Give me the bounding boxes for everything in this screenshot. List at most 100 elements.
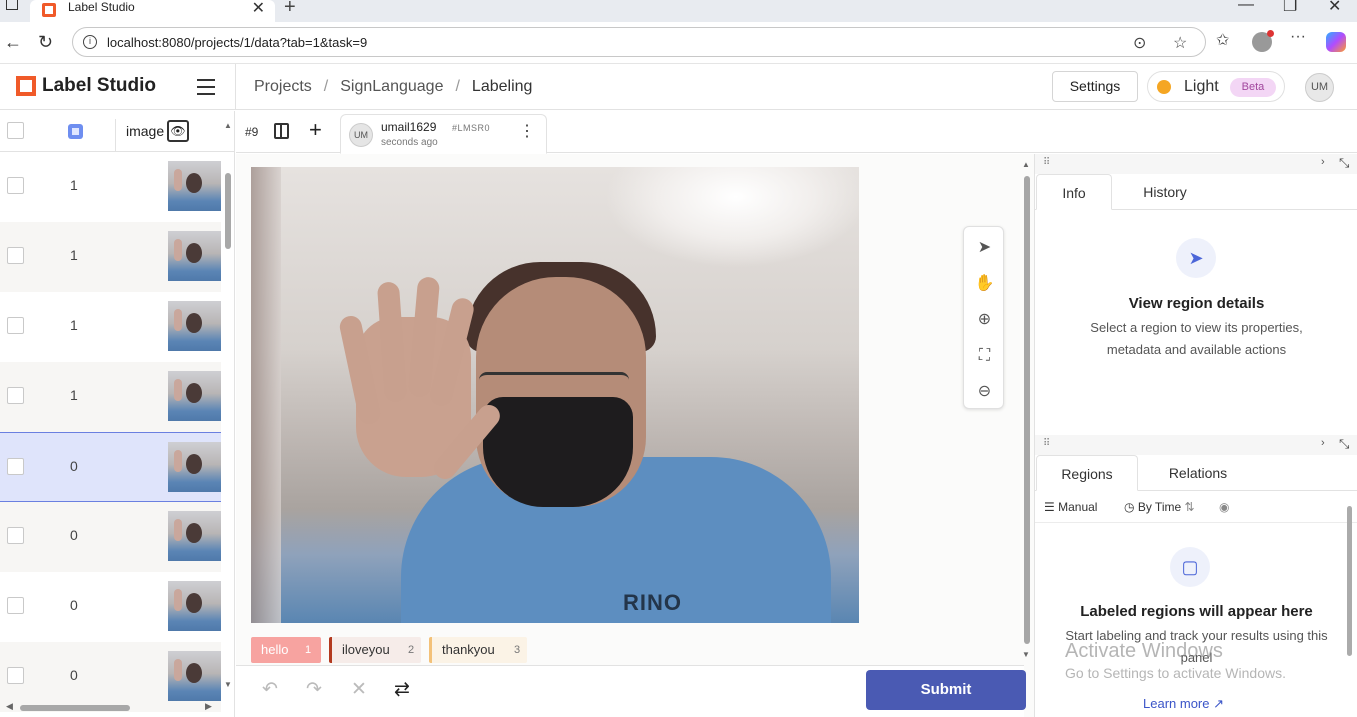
maximize-icon[interactable]: ❐ bbox=[1283, 0, 1297, 16]
image-thumbnail bbox=[168, 371, 221, 421]
regions-tabs: Regions Relations bbox=[1035, 455, 1357, 491]
info-tabs: Info History bbox=[1035, 174, 1357, 210]
select-all-checkbox[interactable] bbox=[7, 122, 24, 139]
row-checkbox[interactable] bbox=[7, 387, 24, 404]
browser-tabbar: Label Studio ✕ + — ❐ ✕ bbox=[0, 0, 1357, 22]
row-checkbox[interactable] bbox=[7, 247, 24, 264]
favorites-icon[interactable]: ✩ bbox=[1216, 30, 1229, 50]
back-icon[interactable]: ← bbox=[4, 32, 22, 52]
url-field[interactable]: i localhost:8080/projects/1/data?tab=1&t… bbox=[72, 27, 1206, 57]
task-row[interactable]: 1 bbox=[0, 222, 221, 292]
image-thumbnail bbox=[168, 301, 221, 351]
annotator-avatar: UM bbox=[349, 123, 373, 147]
tab-actions-icon[interactable] bbox=[6, 0, 18, 10]
label-hello[interactable]: hello 1 bbox=[251, 637, 321, 663]
annotation-count: 1 bbox=[70, 177, 78, 193]
annotation-time: seconds ago bbox=[381, 137, 438, 148]
info-panel-header: ⠿ › ⤡ bbox=[1035, 154, 1357, 174]
read-aloud-icon[interactable]: ⊙ bbox=[1133, 33, 1146, 53]
swap-icon[interactable]: ⇄ bbox=[394, 680, 410, 700]
row-checkbox[interactable] bbox=[7, 458, 24, 475]
add-annotation-icon[interactable]: + bbox=[309, 119, 322, 141]
task-list-hscrollbar[interactable]: ◀ ▶ bbox=[0, 701, 221, 715]
manual-sort[interactable]: ☰ Manual bbox=[1044, 500, 1097, 514]
cursor-pointer-icon: ➤ bbox=[1176, 238, 1216, 278]
logo-text: Label Studio bbox=[42, 75, 156, 96]
row-checkbox[interactable] bbox=[7, 177, 24, 194]
regions-empty-desc: Start labeling and track your results us… bbox=[1065, 628, 1328, 665]
labeling-area: RINO ➤ ✋ ⊕ ⛶ ⊖ hello 1 iloveyou 2 thankyou… bbox=[236, 154, 1034, 717]
label-thankyou[interactable]: thankyou 3 bbox=[429, 637, 527, 663]
copilot-icon[interactable] bbox=[1326, 32, 1346, 52]
tab-relations[interactable]: Relations bbox=[1153, 455, 1243, 491]
theme-label: Light bbox=[1184, 78, 1219, 95]
select-tool-icon[interactable]: ➤ bbox=[964, 231, 1005, 265]
row-checkbox[interactable] bbox=[7, 317, 24, 334]
site-info-icon[interactable]: i bbox=[83, 35, 97, 49]
redo-icon[interactable]: ↷ bbox=[306, 680, 322, 700]
by-time-sort[interactable]: ◷ By Time ⇅ bbox=[1124, 500, 1195, 514]
pan-hand-icon[interactable]: ✋ bbox=[964, 267, 1005, 301]
annotation-count: 1 bbox=[70, 317, 78, 333]
task-row[interactable]: 1 bbox=[0, 152, 221, 222]
breadcrumb-project[interactable]: SignLanguage bbox=[340, 78, 443, 95]
zoom-in-icon[interactable]: ⊕ bbox=[964, 303, 1005, 337]
profile-avatar-icon[interactable] bbox=[1252, 30, 1274, 52]
annotation-code: #LMSR0 bbox=[452, 123, 491, 133]
task-row[interactable]: 1 bbox=[0, 292, 221, 362]
learn-more-link[interactable]: Learn more ↗ bbox=[1143, 696, 1224, 712]
main-scrollbar[interactable]: ▲ ▼ bbox=[1022, 160, 1032, 660]
image-thumbnail bbox=[168, 651, 221, 701]
annotations-column-icon bbox=[68, 124, 83, 139]
task-list-scrollbar[interactable]: ▲ ▼ bbox=[223, 121, 234, 701]
fit-to-screen-icon[interactable]: ⛶ bbox=[964, 339, 1005, 373]
minimize-icon[interactable]: — bbox=[1238, 0, 1254, 14]
app-header: Label Studio Projects / SignLanguage / Label… bbox=[0, 64, 1357, 110]
expand-icon[interactable]: › bbox=[1321, 156, 1325, 168]
task-row[interactable]: 0 bbox=[0, 502, 221, 572]
tab-history[interactable]: History bbox=[1127, 174, 1203, 210]
task-toolbar: #9 + UM umail1629 #LMSR0 seconds ago ⋮ bbox=[236, 111, 1357, 154]
new-tab-icon[interactable]: + bbox=[284, 0, 296, 19]
task-row[interactable]: 0 bbox=[0, 572, 221, 642]
window-close-icon[interactable]: ✕ bbox=[1328, 0, 1341, 16]
row-checkbox[interactable] bbox=[7, 667, 24, 684]
reload-icon[interactable]: ↻ bbox=[38, 32, 53, 52]
annotation-count: 0 bbox=[70, 667, 78, 683]
column-visibility-icon[interactable]: 👁 bbox=[167, 120, 189, 142]
favorite-star-icon[interactable]: ☆ bbox=[1173, 33, 1187, 53]
collapse-icon[interactable]: ⤡ bbox=[1339, 436, 1349, 452]
tab-info[interactable]: Info bbox=[1036, 174, 1112, 210]
annotation-count: 0 bbox=[70, 527, 78, 543]
expand-icon[interactable]: › bbox=[1321, 437, 1325, 449]
browser-tab[interactable]: Label Studio ✕ bbox=[30, 0, 275, 22]
task-row[interactable]: 1 bbox=[0, 362, 221, 432]
annotation-more-icon[interactable]: ⋮ bbox=[519, 124, 535, 140]
image-column-header[interactable]: image bbox=[126, 123, 164, 139]
annotation-tab[interactable]: UM umail1629 #LMSR0 seconds ago ⋮ bbox=[340, 114, 547, 154]
row-checkbox[interactable] bbox=[7, 527, 24, 544]
regions-scrollbar[interactable] bbox=[1346, 506, 1354, 656]
undo-icon[interactable]: ↶ bbox=[262, 680, 278, 700]
breadcrumb-projects[interactable]: Projects bbox=[254, 78, 312, 95]
row-checkbox[interactable] bbox=[7, 597, 24, 614]
annotation-count: 0 bbox=[70, 458, 78, 474]
hamburger-menu-icon[interactable] bbox=[197, 79, 215, 100]
settings-button[interactable]: Settings bbox=[1052, 71, 1138, 102]
reset-icon[interactable]: ✕ bbox=[351, 680, 367, 700]
label-iloveyou[interactable]: iloveyou 2 bbox=[329, 637, 421, 663]
zoom-out-icon[interactable]: ⊖ bbox=[964, 375, 1005, 409]
split-view-icon[interactable] bbox=[274, 123, 289, 139]
task-row[interactable]: 0 bbox=[0, 432, 221, 502]
close-tab-icon[interactable]: ✕ bbox=[252, 0, 265, 18]
submit-button[interactable]: Submit bbox=[866, 670, 1026, 710]
user-avatar[interactable]: UM bbox=[1305, 73, 1334, 102]
collapse-icon[interactable]: ⤡ bbox=[1339, 155, 1349, 171]
more-menu-icon[interactable]: ··· bbox=[1290, 28, 1306, 46]
drag-handle-icon[interactable]: ⠿ bbox=[1043, 438, 1050, 449]
visibility-icon[interactable]: ◉ bbox=[1219, 500, 1229, 514]
task-image[interactable]: RINO bbox=[251, 167, 859, 623]
theme-toggle[interactable]: Light Beta bbox=[1147, 71, 1285, 102]
tab-regions[interactable]: Regions bbox=[1036, 455, 1138, 491]
drag-handle-icon[interactable]: ⠿ bbox=[1043, 157, 1050, 168]
